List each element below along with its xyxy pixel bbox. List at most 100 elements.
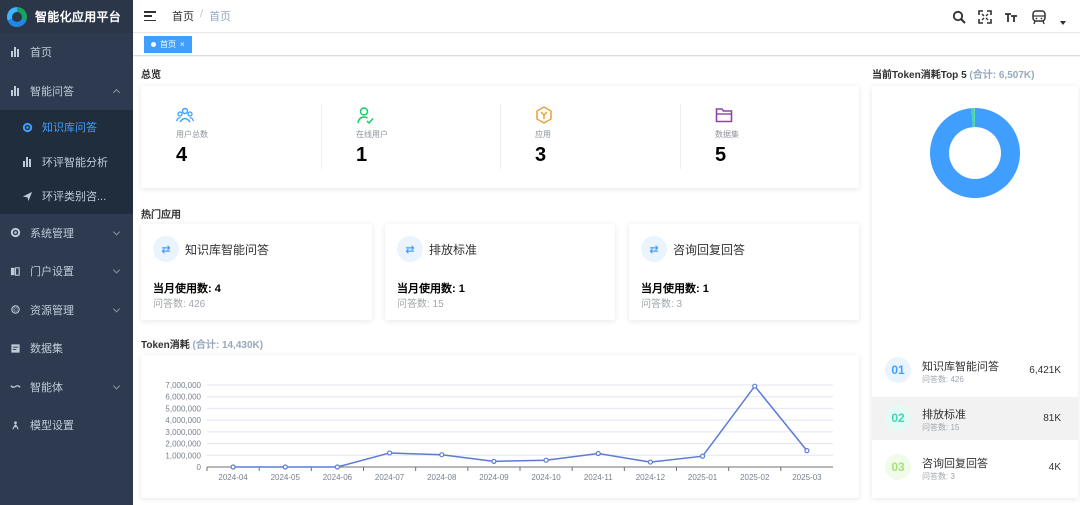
y-tick-label: 3,000,000 [165,428,201,437]
y-tick-label: 2,000,000 [165,440,201,449]
sidebar-item-model[interactable]: 模型设置 [0,406,133,445]
sidebar-item-label: 智能问答 [30,85,74,98]
hot-app-usage: 当月使用数: 4 [153,283,221,295]
x-tick-label: 2025-02 [740,473,770,482]
token-chart-card: 0 1,000,000 2,000,000 3,000,000 4,000,000 5,0… [141,355,859,498]
hot-app-card[interactable]: ⇄ 排放标准 当月使用数: 1 问答数: 15 [385,224,615,320]
app-arrow-icon: ⇄ [153,236,179,262]
fullscreen-icon[interactable] [978,9,992,24]
sidebar-item-label: 环评类别咨... [42,191,107,204]
chevron-up-icon [112,88,121,96]
token-line-chart: 0 1,000,000 2,000,000 3,000,000 4,000,000 5,0… [165,381,833,482]
top5-card: 01 知识库智能问答 问答数: 426 6,421K 02 排放标准 问答数: … [872,86,1078,498]
close-icon[interactable]: × [180,40,185,49]
sidebar-item-eia-category[interactable]: 环评类别咨... [0,179,133,214]
stat-value: 4 [176,144,188,166]
data-point [647,459,654,465]
logo[interactable]: 智能化应用平台 [0,0,133,33]
avatar-icon[interactable] [1030,8,1048,26]
sidebar-item-knowledge-qa[interactable]: 知识库问答 [0,110,133,145]
hot-app-questions: 问答数: 426 [153,299,206,310]
rank-name: 知识库智能问答 [922,361,999,373]
rank-questions: 问答数: 3 [922,472,955,481]
top5-total: (合计: 6,507K) [969,70,1035,81]
chevron-down-icon [112,228,121,236]
x-tick-label: 2025-01 [688,473,718,482]
rank-row[interactable]: 03 咨询回复回答 问答数: 3 4K [872,446,1078,489]
app-arrow-icon: ⇄ [397,236,423,262]
stat-total-users: 用户总数 4 [141,86,321,188]
font-size-icon[interactable] [1004,10,1018,24]
active-dot-icon [151,42,156,47]
rank-number: 01 [885,357,911,383]
tags-view: 首页 × [133,34,1080,56]
token-chart-title-text: Token消耗 [141,340,190,351]
sidebar-item-label: 系统管理 [30,227,74,240]
dataset-icon [9,342,21,354]
data-point [804,447,810,454]
gear-icon [9,227,21,239]
data-point [752,383,758,389]
hot-app-name: 知识库智能问答 [185,243,270,257]
app-arrow-icon: ⇄ [641,236,667,262]
sidebar-item-home[interactable]: 首页 [0,33,133,72]
sidebar-item-system[interactable]: 系统管理 [0,214,133,253]
top-navbar: 首页 / 首页 [133,0,1080,33]
bar-chart-icon [9,46,21,58]
rank-row[interactable]: 01 知识库智能问答 问答数: 426 6,421K [872,349,1078,392]
breadcrumb-item-home[interactable]: 首页 [172,8,194,24]
sidebar-item-label: 知识库问答 [42,122,97,135]
x-tick-label: 2024-04 [218,473,248,482]
y-tick-label: 7,000,000 [165,381,201,390]
overview-title: 总览 [141,70,161,81]
x-tick-label: 2024-05 [271,473,301,482]
token-chart-total: (合计: 14,430K) [192,340,264,351]
breadcrumb: 首页 / 首页 [172,8,231,24]
x-tick-label: 2024-08 [427,473,457,482]
sidebar-item-resource[interactable]: © 资源管理 [0,291,133,330]
y-tick-label: 1,000,000 [165,451,201,460]
stat-datasets: 数据集 5 [680,86,860,188]
rank-value: 81K [1043,413,1061,424]
tag-label: 首页 [160,40,176,49]
data-point [386,450,393,456]
hot-app-questions: 问答数: 15 [397,299,444,310]
stat-label: 用户总数 [176,130,208,139]
sidebar-item-eia-analysis[interactable]: 环评智能分析 [0,145,133,180]
x-tick-label: 2024-11 [584,473,613,482]
stat-apps: 应用 3 [500,86,680,188]
stat-label: 在线用户 [356,130,388,139]
hot-app-card[interactable]: ⇄ 咨询回复回答 当月使用数: 1 问答数: 3 [629,224,859,320]
rank-row[interactable]: 02 排放标准 问答数: 15 81K [872,397,1078,440]
sidebar-item-label: 门户设置 [30,266,74,279]
sidebar-item-dataset[interactable]: 数据集 [0,329,133,368]
data-point [595,450,601,457]
header-tools [952,0,1066,33]
gear-icon [21,121,33,133]
model-icon [9,419,21,431]
sidebar-item-label: 首页 [30,47,52,60]
sidebar-item-label: 数据集 [30,343,63,356]
hot-app-usage: 当月使用数: 1 [641,283,709,295]
sidebar-item-portal[interactable]: 门户设置 [0,252,133,291]
x-tick-label: 2025-03 [792,473,822,482]
hamburger-icon[interactable] [144,11,156,21]
sidebar-item-label: 资源管理 [30,304,74,317]
data-point [334,464,341,470]
online-user-icon [356,106,374,125]
book-icon [9,265,21,277]
sidebar: 智能化应用平台 首页 智能问答 知识库问答 环评智能分析 环评类别咨... 系统… [0,0,133,505]
top5-title-text: 当前Token消耗Top 5 [872,70,967,81]
hot-app-usage: 当月使用数: 1 [397,283,465,295]
sidebar-item-agent[interactable]: 智能体 [0,368,133,407]
rank-questions: 问答数: 426 [922,375,964,384]
stat-label: 应用 [535,130,551,139]
sidebar-item-smart-qa[interactable]: 智能问答 [0,72,133,111]
stat-label: 数据集 [715,130,739,139]
rank-name: 咨询回复回答 [922,458,988,470]
tag-home[interactable]: 首页 × [144,36,192,53]
chevron-down-icon [112,266,121,274]
hot-app-card[interactable]: ⇄ 知识库智能问答 当月使用数: 4 问答数: 426 [141,224,372,320]
caret-down-icon[interactable] [1060,20,1066,25]
search-icon[interactable] [952,10,966,24]
